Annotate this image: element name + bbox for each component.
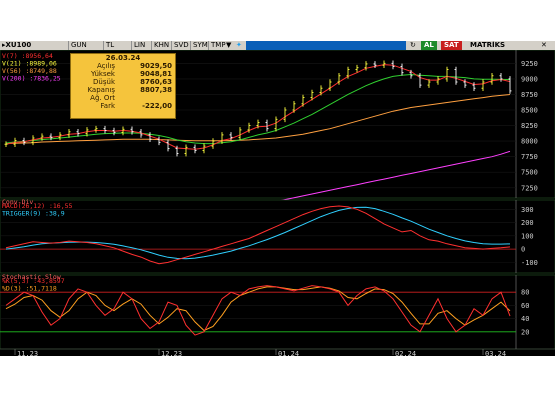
y-tick-label: 20 — [521, 328, 529, 336]
info-value: 9048,81 — [140, 70, 172, 78]
info-row-close: Kapanış 8807,38 — [71, 86, 175, 94]
y-tick-label: 60 — [521, 302, 529, 310]
ohlc-info-box: 26.03.24 Açılış 9029,50 Yüksek 9048,81 Düş… — [70, 53, 176, 119]
symbol-field[interactable]: ▸XU100 — [2, 41, 62, 50]
y-tick-label: 100 — [521, 232, 534, 240]
y-tick-label: 8000 — [521, 138, 538, 146]
info-row-avg: Ağ. Ort — [71, 94, 175, 102]
info-label: Düşük — [93, 78, 115, 86]
y-tick-label: 8750 — [521, 91, 538, 99]
panel-title: Stochastic Slow — [2, 273, 61, 281]
panel-title: Conv-Div — [2, 198, 33, 206]
tmp-button[interactable]: TMP — [208, 41, 228, 50]
x-tick-label: 03.24 — [485, 350, 506, 356]
y-tick-label: 9250 — [521, 60, 538, 68]
buy-button[interactable]: AL — [421, 41, 437, 50]
x-tick-label: 11.23 — [17, 350, 38, 356]
candle-khn-button[interactable]: KHN — [151, 41, 171, 50]
twitter-icon[interactable]: ✦ — [236, 41, 242, 50]
info-label: Fark — [100, 102, 115, 110]
y-tick-label: -100 — [521, 259, 538, 267]
y-tick-label: 7250 — [521, 184, 538, 192]
info-label: Yüksek — [91, 70, 115, 78]
x-tick-label: 01.24 — [278, 350, 299, 356]
info-row-diff: Fark -222,00 — [71, 102, 175, 110]
symbol-label: XU100 — [5, 41, 32, 49]
info-label: Ağ. Ort — [90, 94, 115, 102]
x-tick-label: 12.23 — [161, 350, 182, 356]
sym-button[interactable]: SYM — [190, 41, 210, 50]
y-tick-label: 7500 — [521, 169, 538, 177]
info-value: 8760,63 — [140, 78, 172, 86]
y-tick-label: 9000 — [521, 75, 538, 83]
chevron-down-icon[interactable]: ▼ — [226, 41, 231, 50]
chart-window: ▸XU100 GUN TL LIN KHN SVD SYM TMP ▼ ✦ ↻ … — [0, 41, 555, 356]
info-row-open: Açılış 9029,50 — [71, 62, 175, 70]
info-row-low: Düşük 8760,63 — [71, 78, 175, 86]
info-value: 8807,38 — [140, 86, 172, 94]
info-value: -222,00 — [142, 102, 172, 110]
x-tick-label: 02.24 — [395, 350, 416, 356]
y-tick-label: 8500 — [521, 107, 538, 115]
brand-logo: MATRİKS — [470, 41, 506, 49]
y-tick-label: 8250 — [521, 122, 538, 130]
currency-tl-button[interactable]: TL — [103, 41, 116, 50]
series-label: TRIGGER(9) :38,9 — [2, 210, 65, 218]
y-tick-label: 7750 — [521, 153, 538, 161]
svd-button[interactable]: SVD — [171, 41, 191, 50]
info-row-high: Yüksek 9048,81 — [71, 70, 175, 78]
panel-1 — [0, 199, 555, 274]
info-label: Kapanış — [87, 86, 115, 94]
linear-scale-button[interactable]: LIN — [131, 41, 147, 50]
series-label: V(200) :7836,25 — [2, 75, 61, 83]
y-tick-label: 200 — [521, 219, 534, 227]
series-label: %D(3) :51,7118 — [2, 285, 57, 293]
info-label: Açılış — [97, 62, 115, 70]
y-tick-label: 0 — [521, 246, 525, 254]
status-strip — [246, 41, 406, 50]
y-tick-label: 40 — [521, 315, 529, 323]
sell-button[interactable]: SAT — [441, 41, 462, 50]
info-value: 9029,50 — [140, 62, 172, 70]
y-tick-label: 80 — [521, 289, 529, 297]
refresh-icon[interactable]: ↻ — [410, 41, 416, 50]
info-date: 26.03.24 — [105, 54, 141, 62]
close-icon[interactable]: ✕ — [541, 41, 547, 50]
period-gun-button[interactable]: GUN — [68, 41, 89, 50]
y-tick-label: 300 — [521, 206, 534, 214]
